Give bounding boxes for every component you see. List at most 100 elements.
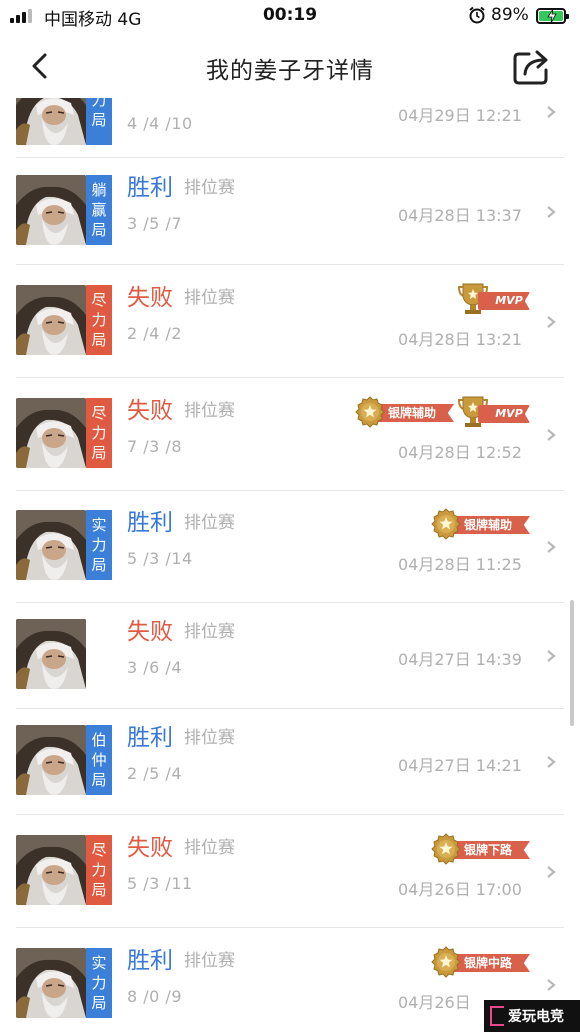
scrollbar[interactable] <box>570 600 574 726</box>
match-row[interactable]: 伯仲局胜利 排位赛 2 /5 /4 04月27日 14:21 <box>0 709 580 815</box>
alarm-icon <box>469 6 485 24</box>
hero-avatar: 躺赢局 <box>16 175 112 245</box>
chevron-right-icon <box>547 650 556 662</box>
medal-label: 银牌中路 <box>452 954 530 972</box>
match-time: 04月28日 13:37 <box>398 206 522 225</box>
achievement-badges: 银牌中路 <box>430 945 530 979</box>
hero-portrait <box>16 175 86 245</box>
match-rating-tag: 力局 <box>86 98 112 145</box>
achievement-badges: MVP <box>458 282 530 316</box>
hero-avatar: 伯仲局 <box>16 725 112 795</box>
match-list[interactable]: 力局 4 /4 /10 04月29日 12:21 躺赢局胜利 排位赛 3 /5 /7 04月… <box>0 98 580 1032</box>
kda-stats: 4 /4 /10 <box>127 114 193 133</box>
match-row[interactable]: 尽力局失败 排位赛 5 /3 /11 04月26日 17:00 银牌下路 <box>0 815 580 928</box>
hero-avatar: 尽力局 <box>16 398 112 468</box>
chevron-right-icon <box>547 206 556 218</box>
hero-avatar: 尽力局 <box>16 285 112 355</box>
kda-stats: 2 /4 /2 <box>127 324 182 343</box>
match-rating-tag: 实力局 <box>86 948 112 1018</box>
match-time: 04月28日 12:52 <box>398 443 522 462</box>
hero-avatar: 力局 <box>16 98 112 145</box>
medal-icon <box>355 396 385 428</box>
match-mode: 排位赛 <box>184 622 235 642</box>
hero-portrait <box>16 98 86 145</box>
page-title: 我的姜子牙详情 <box>206 58 374 84</box>
medal-icon <box>431 946 461 978</box>
match-rating-tag: 伯仲局 <box>86 725 112 795</box>
match-mode: 排位赛 <box>184 401 235 421</box>
silver-medal-badge: 银牌中路 <box>430 945 530 979</box>
chevron-right-icon <box>547 866 556 878</box>
match-mode: 排位赛 <box>184 178 235 198</box>
match-rating-tag: 尽力局 <box>86 285 112 355</box>
battery-icon <box>536 8 569 24</box>
medal-label: 银牌辅助 <box>452 516 530 534</box>
match-row[interactable]: 力局 4 /4 /10 04月29日 12:21 <box>0 98 580 158</box>
match-result: 胜利 <box>127 510 173 536</box>
hero-portrait <box>16 619 86 689</box>
chevron-right-icon <box>547 429 556 441</box>
share-button[interactable] <box>512 48 552 86</box>
kda-stats: 5 /3 /14 <box>127 549 193 568</box>
kda-stats: 8 /0 /9 <box>127 987 182 1006</box>
achievement-badges: 银牌辅助 MVP <box>354 395 530 429</box>
match-result: 胜利 <box>127 725 173 751</box>
kda-stats: 5 /3 /11 <box>127 874 193 893</box>
match-rating-tag: 尽力局 <box>86 835 112 905</box>
match-result: 失败 <box>127 835 173 861</box>
medal-label: 银牌下路 <box>452 841 530 859</box>
match-row[interactable]: 失败 排位赛 3 /6 /4 04月27日 14:39 <box>0 603 580 709</box>
silver-medal-badge: 银牌辅助 <box>430 507 530 541</box>
match-mode: 排位赛 <box>184 838 235 858</box>
match-row[interactable]: 尽力局失败 排位赛 7 /3 /8 04月28日 12:52 银牌辅助 MVP <box>0 378 580 491</box>
chevron-right-icon <box>547 541 556 553</box>
match-rating-tag: 实力局 <box>86 510 112 580</box>
kda-stats: 2 /5 /4 <box>127 764 182 783</box>
match-time: 04月26日 <box>398 993 471 1012</box>
match-time: 04月26日 17:00 <box>398 880 522 899</box>
match-result: 失败 <box>127 398 173 424</box>
match-result: 失败 <box>127 285 173 311</box>
hero-portrait <box>16 398 86 468</box>
match-rating-tag: 尽力局 <box>86 398 112 468</box>
watermark-logo-icon <box>490 1006 504 1026</box>
hero-avatar: 实力局 <box>16 510 112 580</box>
hero-portrait <box>16 285 86 355</box>
match-row[interactable]: 尽力局失败 排位赛 2 /4 /2 04月28日 13:21 MVP <box>0 265 580 378</box>
hero-avatar <box>16 619 112 689</box>
match-mode: 排位赛 <box>184 288 235 308</box>
kda-stats: 3 /6 /4 <box>127 658 182 677</box>
status-bar: 中国移动 4G 00:19 89% <box>0 0 580 34</box>
nav-bar: 我的姜子牙详情 <box>0 34 580 98</box>
match-time: 04月28日 11:25 <box>398 555 522 574</box>
hero-portrait <box>16 510 86 580</box>
chevron-right-icon <box>547 316 556 328</box>
watermark: 爱玩电竞 <box>484 1000 580 1032</box>
medal-icon <box>431 508 461 540</box>
match-time: 04月27日 14:39 <box>398 650 522 669</box>
hero-portrait <box>16 835 86 905</box>
hero-portrait <box>16 725 86 795</box>
match-mode: 排位赛 <box>184 728 235 748</box>
achievement-badges: 银牌辅助 <box>430 507 530 541</box>
battery-percent: 89% <box>491 5 529 25</box>
match-result: 胜利 <box>127 948 173 974</box>
chevron-right-icon <box>547 756 556 768</box>
match-row[interactable]: 躺赢局胜利 排位赛 3 /5 /7 04月28日 13:37 <box>0 158 580 265</box>
chevron-right-icon <box>547 979 556 991</box>
match-mode: 排位赛 <box>184 951 235 971</box>
match-row[interactable]: 实力局胜利 排位赛 5 /3 /14 04月28日 11:25 银牌辅助 <box>0 491 580 603</box>
match-result: 失败 <box>127 619 173 645</box>
match-time: 04月29日 12:21 <box>398 106 522 125</box>
achievement-badges: 银牌下路 <box>430 832 530 866</box>
chevron-right-icon <box>547 106 556 118</box>
match-time: 04月27日 14:21 <box>398 756 522 775</box>
hero-portrait <box>16 948 86 1018</box>
hero-avatar: 尽力局 <box>16 835 112 905</box>
match-rating-tag: 躺赢局 <box>86 175 112 245</box>
silver-medal-badge: 银牌下路 <box>430 832 530 866</box>
kda-stats: 7 /3 /8 <box>127 437 182 456</box>
match-time: 04月28日 13:21 <box>398 330 522 349</box>
medal-label: 银牌辅助 <box>376 404 454 422</box>
match-result: 胜利 <box>127 175 173 201</box>
